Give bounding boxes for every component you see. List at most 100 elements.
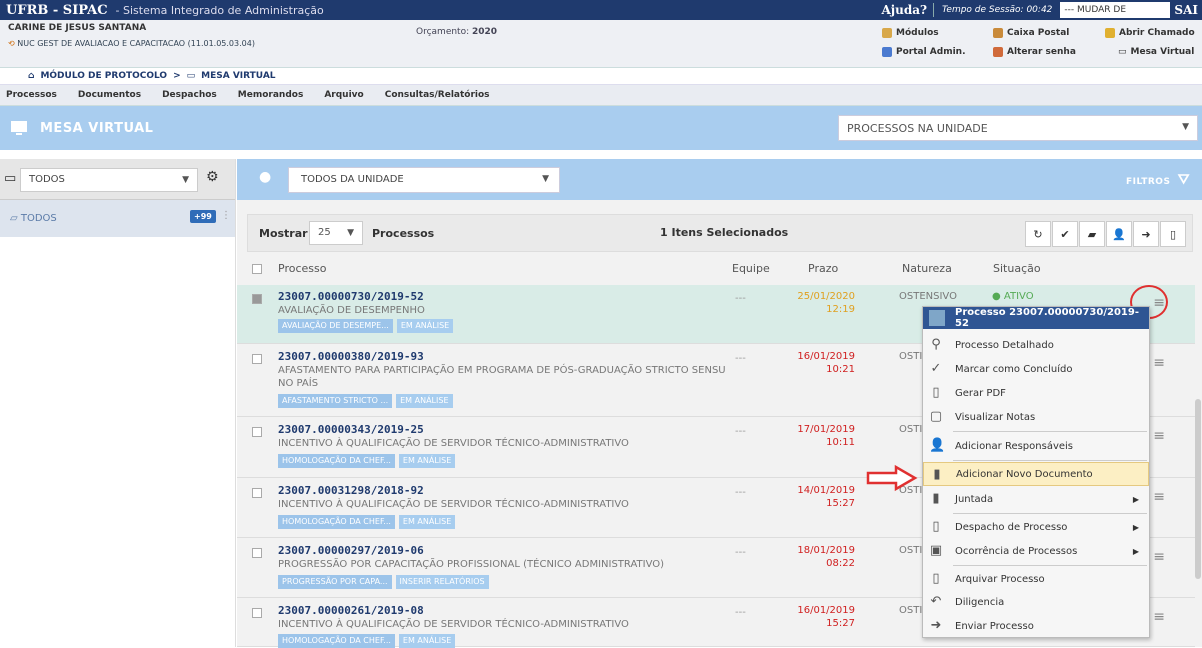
table-header: Processo Equipe Prazo Natureza Situação — [237, 260, 1202, 284]
menu-gerar-pdf[interactable]: ▯ Gerar PDF — [923, 381, 1149, 405]
tag-type: HOMOLOGAÇÃO DA CHEF... — [278, 454, 395, 468]
filters-button[interactable]: FILTROS ⛛ — [1126, 172, 1190, 188]
process-number[interactable]: 23007.00031298/2018-92 — [278, 484, 424, 497]
mailbox-icon — [993, 28, 1003, 38]
deadline: 16/01/2019 15:27 — [797, 605, 855, 629]
menu-ocorrencia-processos[interactable]: ▣ Ocorrência de Processos ▶ — [923, 539, 1149, 563]
menu-diligencia[interactable]: ↶ Diligencia — [923, 590, 1149, 614]
process-number[interactable]: 23007.00000261/2019-08 — [278, 604, 424, 617]
menu-processo-detalhado[interactable]: ⚲ Processo Detalhado — [923, 333, 1149, 357]
refresh-icon[interactable]: ↻ — [1025, 221, 1051, 247]
main-menu: Processos Documentos Despachos Memorando… — [0, 85, 1202, 106]
menu-consultas[interactable]: Consultas/Relatórios — [385, 90, 490, 100]
col-process[interactable]: Processo — [278, 262, 326, 275]
user-unit: ⟲ NUC GEST DE AVALIACAO E CAPACITACAO (1… — [8, 39, 255, 48]
gear-icon[interactable]: ⚙ — [206, 169, 219, 185]
menu-visualizar-notas[interactable]: ▢ Visualizar Notas — [923, 405, 1149, 429]
menu-juntada[interactable]: ▮ Juntada ▶ — [923, 487, 1149, 511]
help-link[interactable]: Ajuda? — [875, 3, 935, 17]
tag-status: EM ANÁLISE — [396, 394, 453, 408]
deadline: 14/01/2019 15:27 — [797, 485, 855, 509]
brand-subtitle: - Sistema Integrado de Administração — [115, 3, 324, 17]
session-timer: Tempo de Sessão: 00:42 — [942, 5, 1053, 15]
team: --- — [735, 547, 746, 558]
monitor-icon: ▭ — [186, 71, 196, 81]
menu-memorandos[interactable]: Memorandos — [238, 90, 304, 100]
menu-despacho-processo[interactable]: ▯ Despacho de Processo ▶ — [923, 515, 1149, 539]
col-status[interactable]: Situação — [993, 262, 1041, 275]
row-checkbox[interactable] — [252, 294, 262, 304]
modules-link[interactable]: Módulos — [882, 25, 939, 41]
process-number[interactable]: 23007.00000380/2019-93 — [278, 350, 424, 363]
tag-type: AFASTAMENTO STRICTO ... — [278, 394, 393, 408]
count-badge: +99 — [190, 210, 216, 223]
team: --- — [735, 426, 746, 437]
processes-label: Processos — [372, 227, 435, 240]
row-menu-icon[interactable]: ≡ — [1153, 355, 1165, 371]
scrollbar[interactable] — [1195, 399, 1201, 579]
admin-portal-link[interactable]: Portal Admin. — [882, 44, 966, 60]
submenu-arrow-icon: ▶ — [1132, 522, 1139, 532]
document-icon[interactable]: ▯ — [1160, 221, 1186, 247]
process-description: PROGRESSÃO POR CAPACITAÇÃO PROFISSIONAL … — [278, 559, 665, 570]
menu-processos[interactable]: Processos — [6, 90, 57, 100]
check-icon: ✓ — [930, 361, 942, 376]
process-description: INCENTIVO À QUALIFICAÇÃO DE SERVIDOR TÉC… — [278, 499, 629, 510]
team: --- — [735, 293, 746, 304]
mailbox-link[interactable]: Caixa Postal — [993, 25, 1069, 41]
breadcrumb-current[interactable]: MESA VIRTUAL — [201, 71, 275, 81]
send-icon[interactable]: ➜ — [1133, 221, 1159, 247]
row-menu-icon[interactable]: ≡ — [1153, 428, 1165, 444]
process-number[interactable]: 23007.00000730/2019-52 — [278, 290, 424, 303]
menu-enviar-processo[interactable]: ➜ Enviar Processo — [923, 614, 1149, 638]
row-checkbox[interactable] — [252, 608, 262, 618]
menu-documentos[interactable]: Documentos — [78, 90, 141, 100]
selected-count: 1 Itens Selecionados — [660, 226, 789, 239]
row-checkbox[interactable] — [252, 548, 262, 558]
system-select[interactable]: --- MUDAR DE SISTEMA --- — [1060, 2, 1171, 31]
brand[interactable]: UFRB - SIPAC — [6, 3, 108, 18]
menu-arquivo[interactable]: Arquivo — [324, 90, 363, 100]
check-icon[interactable]: ✔ — [1052, 221, 1078, 247]
process-number[interactable]: 23007.00000297/2019-06 — [278, 544, 424, 557]
page-title: MESA VIRTUAL — [40, 120, 154, 136]
col-deadline[interactable]: Prazo — [808, 262, 838, 275]
row-checkbox[interactable] — [252, 427, 262, 437]
process-icon — [929, 310, 945, 326]
select-all-checkbox[interactable] — [252, 264, 262, 274]
menu-arquivar-processo[interactable]: ▯ Arquivar Processo — [923, 567, 1149, 591]
tree-item-todos[interactable]: ▱ TODOS +99 ⋮ — [0, 200, 235, 237]
menu-adicionar-responsaveis[interactable]: 👤 Adicionar Responsáveis — [923, 434, 1149, 458]
chevron-down-icon: ▼ — [182, 175, 189, 185]
breadcrumb-module[interactable]: MÓDULO DE PROTOCOLO — [40, 71, 167, 81]
col-team[interactable]: Equipe — [732, 262, 770, 275]
row-menu-icon[interactable]: ≡ — [1153, 489, 1165, 505]
folder-select[interactable]: TODOS ▼ — [20, 168, 198, 192]
col-nature[interactable]: Natureza — [902, 262, 952, 275]
page-size-select[interactable]: 25 ▼ — [309, 221, 363, 245]
inbox-icon: ▭ — [4, 171, 17, 186]
change-password-link[interactable]: Alterar senha — [993, 44, 1076, 60]
row-menu-icon[interactable]: ≡ — [1153, 609, 1165, 625]
deadline: 25/01/2020 12:19 — [797, 291, 855, 315]
virtual-desk-link[interactable]: ▭ Mesa Virtual — [1118, 44, 1194, 60]
menu-marcar-concluido[interactable]: ✓ Marcar como Concluído — [923, 357, 1149, 381]
exit-link[interactable]: SAI — [1174, 3, 1202, 17]
folder-open-icon[interactable]: ▰ — [1079, 221, 1105, 247]
row-checkbox[interactable] — [252, 354, 262, 364]
user-select[interactable]: TODOS DA UNIDADE ▼ — [288, 167, 560, 193]
menu-adicionar-novo-documento[interactable]: ▮ Adicionar Novo Documento — [923, 462, 1149, 486]
process-type-select[interactable]: PROCESSOS NA UNIDADE ▼ — [838, 115, 1198, 141]
process-description: AFASTAMENTO PARA PARTICIPAÇÃO EM PROGRAM… — [278, 365, 726, 389]
open-ticket-link[interactable]: Abrir Chamado — [1105, 25, 1195, 41]
add-user-icon[interactable]: 👤 — [1106, 221, 1132, 247]
key-icon — [993, 47, 1003, 57]
nature: OSTI — [899, 351, 923, 362]
process-number[interactable]: 23007.00000343/2019-25 — [278, 423, 424, 436]
row-menu-icon[interactable]: ≡ — [1153, 549, 1165, 565]
budget: Orçamento: 2020 — [416, 27, 498, 37]
kebab-icon[interactable]: ⋮ — [221, 210, 231, 221]
row-checkbox[interactable] — [252, 488, 262, 498]
home-icon: ⌂ — [28, 71, 35, 81]
menu-despachos[interactable]: Despachos — [162, 90, 217, 100]
